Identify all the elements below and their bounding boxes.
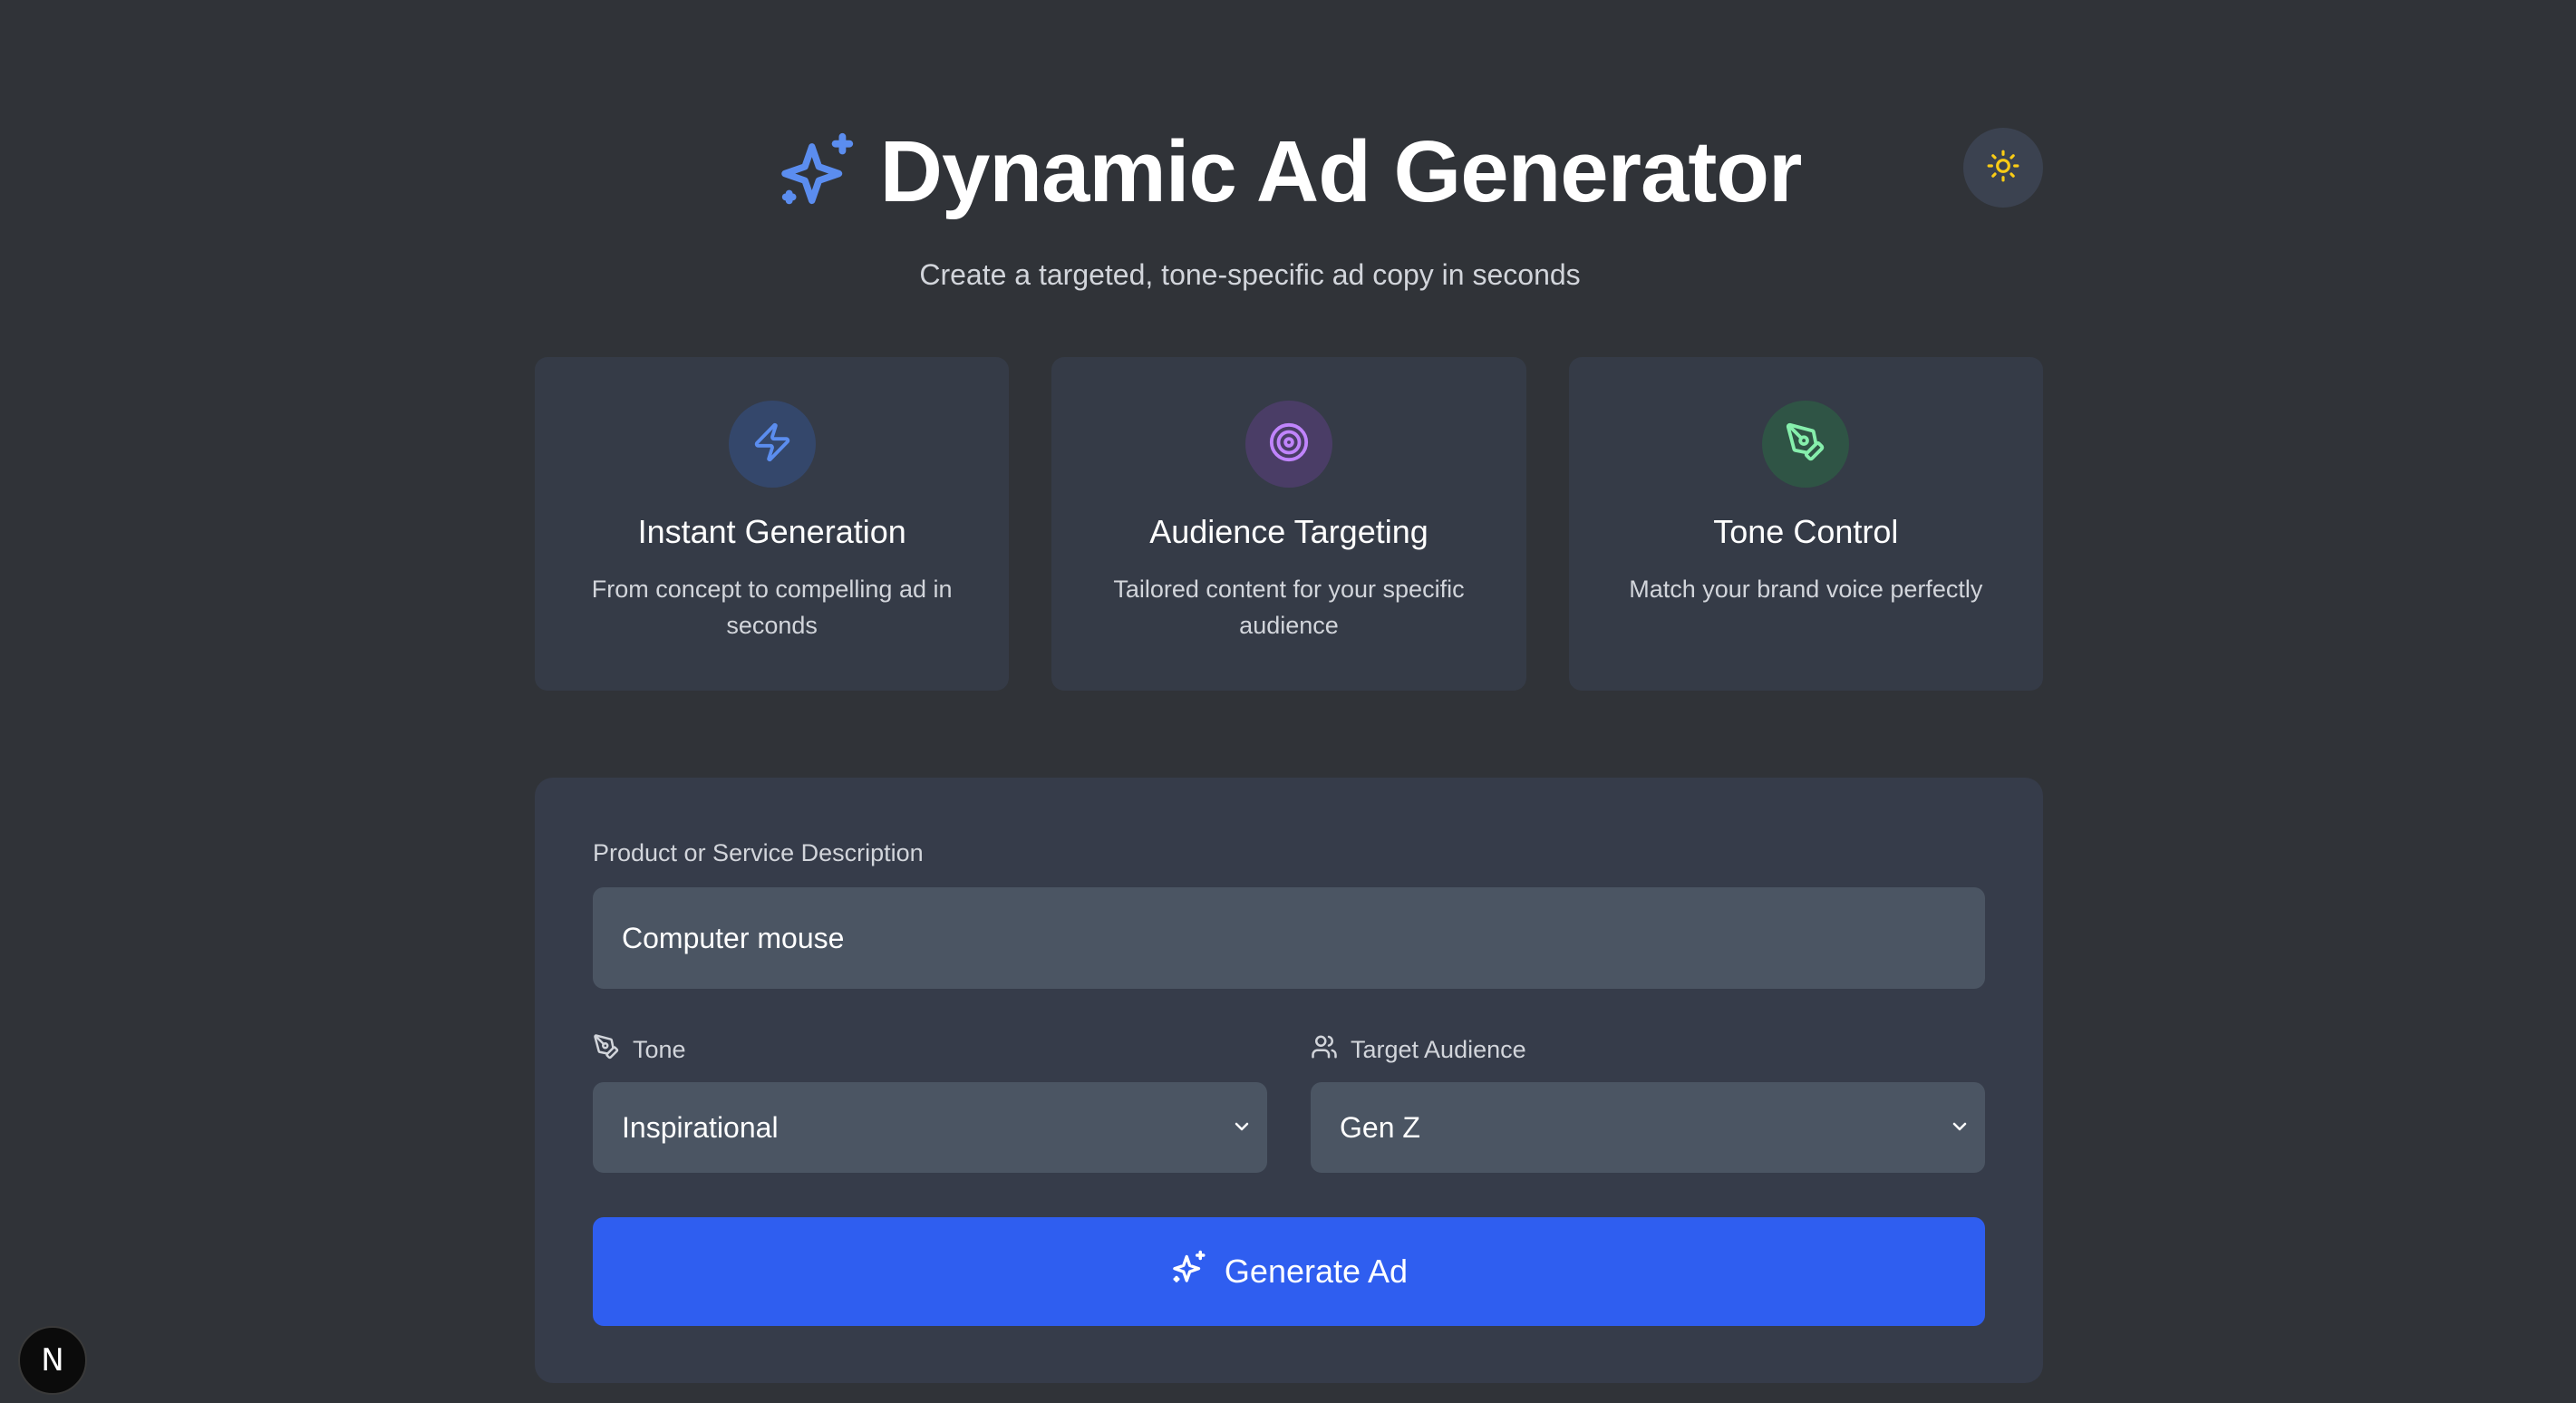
tone-select[interactable]: Inspirational [593, 1082, 1267, 1173]
sun-icon [1986, 149, 2020, 188]
nextjs-dev-badge[interactable]: N [18, 1326, 87, 1395]
target-icon [1268, 421, 1310, 468]
feature-title: Tone Control [1713, 513, 1899, 550]
feature-card-tone-control: Tone Control Match your brand voice perf… [1568, 357, 2043, 691]
pen-tool-icon [1785, 421, 1826, 468]
feature-description: Tailored content for your specific audie… [1113, 576, 1465, 639]
sparkles-icon [1170, 1249, 1208, 1295]
tone-select-value: Inspirational [622, 1110, 779, 1144]
tone-label: Tone [593, 1033, 686, 1067]
ad-form: Product or Service Description Tone Insp… [535, 778, 2043, 1383]
feature-icon-container [728, 401, 816, 488]
zap-icon [751, 421, 793, 468]
page-title: Dynamic Ad Generator [879, 123, 1803, 220]
generate-ad-label: Generate Ad [1224, 1253, 1409, 1290]
feature-title: Instant Generation [637, 513, 906, 550]
audience-label: Target Audience [1311, 1033, 1526, 1067]
generate-ad-button[interactable]: Generate Ad [593, 1217, 1985, 1326]
tone-label-text: Tone [633, 1036, 686, 1063]
feature-icon-container [1244, 401, 1332, 488]
feature-icon-container [1762, 401, 1850, 488]
audience-select[interactable]: Gen Z [1311, 1082, 1985, 1173]
feature-description: Match your brand voice perfectly [1629, 576, 1983, 603]
sparkles-icon [775, 130, 860, 215]
app-page: Dynamic Ad Generator Create a targeted, … [0, 0, 2576, 1403]
description-label: Product or Service Description [593, 839, 924, 867]
badge-letter: N [41, 1342, 64, 1379]
audience-select-value: Gen Z [1340, 1110, 1420, 1144]
page-subtitle: Create a targeted, tone-specific ad copy… [919, 258, 1581, 291]
description-label-text: Product or Service Description [593, 839, 924, 866]
feature-cards: Instant Generation From concept to compe… [535, 357, 2043, 691]
theme-toggle-button[interactable] [1963, 128, 2043, 208]
page-header: Dynamic Ad Generator [0, 118, 2576, 227]
chevron-down-icon [1231, 1111, 1253, 1145]
feature-description: From concept to compelling ad in seconds [591, 576, 953, 639]
feature-card-audience-targeting: Audience Targeting Tailored content for … [1051, 357, 1526, 691]
feature-title: Audience Targeting [1149, 513, 1428, 550]
feature-card-instant-generation: Instant Generation From concept to compe… [535, 357, 1010, 691]
description-input[interactable] [593, 887, 1985, 989]
users-icon [1311, 1033, 1338, 1067]
pen-tool-icon [593, 1033, 620, 1067]
header-title-group: Dynamic Ad Generator [775, 129, 1802, 216]
chevron-down-icon [1949, 1111, 1971, 1145]
audience-label-text: Target Audience [1351, 1036, 1526, 1063]
